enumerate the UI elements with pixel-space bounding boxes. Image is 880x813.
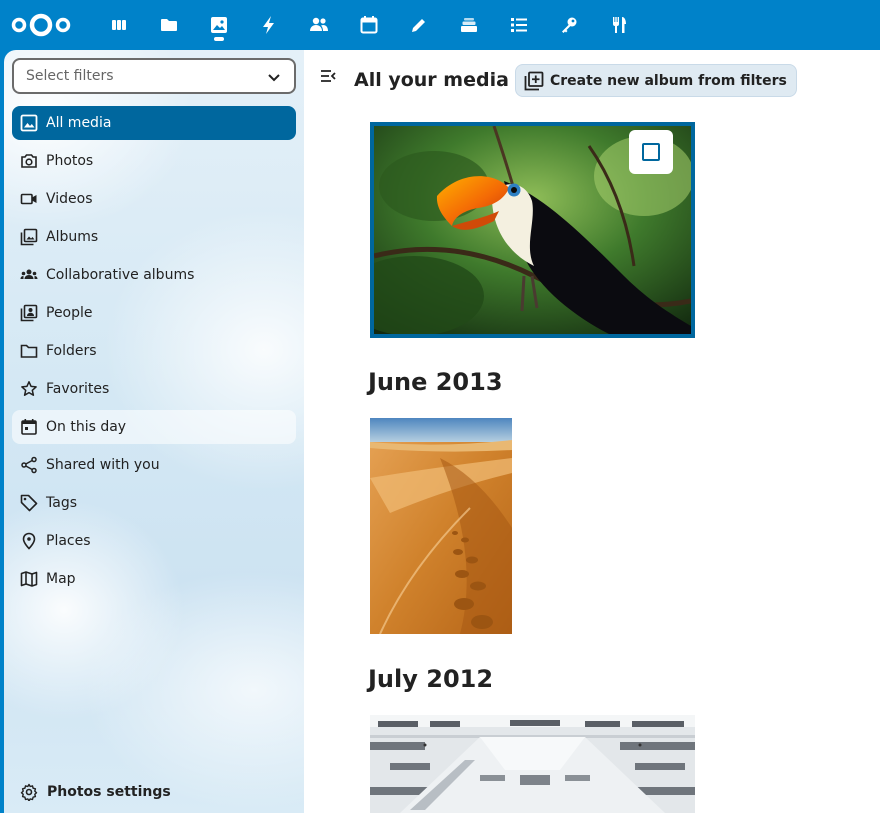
album-add-icon — [524, 71, 544, 90]
month-heading-june-2013: June 2013 — [368, 368, 503, 396]
sidebar-item-on-this-day[interactable]: On this day — [12, 410, 296, 444]
sidebar-item-label: Folders — [46, 343, 97, 359]
sidebar-item-label: Places — [46, 533, 91, 549]
calendar-day-icon — [21, 419, 37, 435]
app-cookbook[interactable] — [594, 0, 644, 50]
folder-icon — [161, 19, 177, 31]
app-activity[interactable] — [244, 0, 294, 50]
photo-tile-desert[interactable] — [370, 418, 512, 634]
calendar-icon — [360, 16, 378, 34]
sidebar-item-all-media[interactable]: All media — [12, 106, 296, 140]
image-icon — [20, 114, 38, 132]
sidebar-item-favorites[interactable]: Favorites — [12, 372, 296, 406]
sidebar-item-photos[interactable]: Photos — [12, 144, 296, 178]
sidebar-item-label: Tags — [46, 495, 77, 511]
top-header — [0, 0, 880, 50]
key-icon — [562, 17, 577, 33]
sidebar-item-label: People — [46, 305, 93, 321]
app-photos[interactable] — [194, 0, 244, 50]
sidebar-item-albums[interactable]: Albums — [12, 220, 296, 254]
sidebar-item-people[interactable]: People — [12, 296, 296, 330]
map-pin-icon — [22, 532, 36, 550]
main-content: All your media Create new album from fil… — [304, 50, 880, 813]
chevron-down-icon — [268, 74, 280, 82]
app-dashboard[interactable] — [94, 0, 144, 50]
album-icon — [20, 228, 38, 246]
app-calendar[interactable] — [344, 0, 394, 50]
nextcloud-logo[interactable] — [10, 12, 72, 38]
sidebar-item-videos[interactable]: Videos — [12, 182, 296, 216]
map-icon — [20, 571, 38, 587]
gear-icon — [20, 783, 38, 801]
select-photo-checkbox[interactable] — [629, 130, 673, 174]
group-icon — [20, 269, 38, 279]
app-tasks[interactable] — [494, 0, 544, 50]
camera-icon — [21, 154, 37, 168]
app-files[interactable] — [144, 0, 194, 50]
photos-settings-label: Photos settings — [47, 784, 171, 800]
toggle-sidebar-icon[interactable] — [318, 66, 338, 86]
sidebar-item-folders[interactable]: Folders — [12, 334, 296, 368]
cutlery-icon — [613, 17, 626, 33]
lightning-icon — [263, 16, 274, 34]
month-heading-july-2012: July 2012 — [368, 665, 494, 693]
app-deck[interactable] — [444, 0, 494, 50]
page-title: All your media — [354, 69, 509, 91]
checkbox-square — [642, 143, 660, 161]
photo-tile-toucan[interactable] — [370, 122, 695, 338]
dashboard-icon — [112, 20, 126, 30]
share-icon — [21, 456, 37, 474]
create-album-from-filters-button[interactable]: Create new album from filters — [515, 64, 797, 97]
sidebar-item-map[interactable]: Map — [12, 562, 296, 596]
sidebar-item-label: Photos — [46, 153, 94, 169]
app-contacts[interactable] — [294, 0, 344, 50]
sidebar-item-places[interactable]: Places — [12, 524, 296, 558]
photos-settings-button[interactable]: Photos settings — [20, 781, 171, 803]
star-icon — [21, 381, 37, 396]
contacts-icon — [310, 17, 328, 31]
sidebar-item-label: Favorites — [46, 381, 110, 397]
filter-placeholder: Select filters — [26, 68, 114, 84]
app-notes[interactable] — [394, 0, 444, 50]
sidebar-item-label: Albums — [46, 229, 99, 245]
tag-icon — [20, 494, 38, 512]
checklist-icon — [511, 18, 527, 32]
active-app-indicator — [214, 37, 224, 41]
sidebar-item-label: Videos — [46, 191, 93, 207]
filter-select[interactable]: Select filters — [12, 58, 296, 94]
sidebar-item-tags[interactable]: Tags — [12, 486, 296, 520]
image-icon — [211, 17, 227, 33]
sidebar-item-shared-with-you[interactable]: Shared with you — [12, 448, 296, 482]
deck-icon — [461, 18, 477, 32]
sidebar: Select filters All media Photos Videos A… — [4, 50, 304, 813]
person-icon — [20, 304, 38, 322]
sidebar-item-label: On this day — [46, 419, 127, 435]
folder-icon — [20, 344, 38, 358]
video-icon — [20, 193, 37, 205]
create-album-label: Create new album from filters — [550, 72, 787, 89]
sidebar-item-label: Map — [46, 571, 76, 587]
library-image — [370, 715, 695, 813]
pencil-icon — [412, 19, 425, 32]
desert-image — [370, 418, 512, 634]
sidebar-item-label: Collaborative albums — [46, 267, 195, 283]
app-passwords[interactable] — [544, 0, 594, 50]
sidebar-item-label: Shared with you — [46, 457, 160, 473]
sidebar-item-collaborative-albums[interactable]: Collaborative albums — [12, 258, 296, 292]
sidebar-item-label: All media — [46, 115, 112, 131]
photo-tile-library[interactable] — [370, 715, 695, 813]
